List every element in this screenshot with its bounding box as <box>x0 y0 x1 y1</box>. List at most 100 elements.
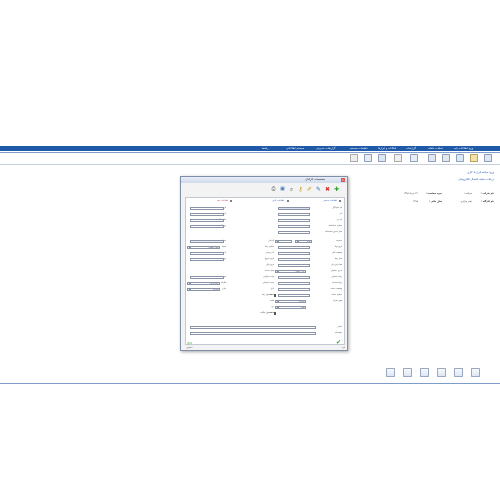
menu-item-settings[interactable]: تنظیمات سیستم <box>350 147 368 150</box>
save-icon[interactable]: ✐ <box>306 186 313 193</box>
menu-item-base-info[interactable]: ورود اطلاعات پایه <box>454 147 473 150</box>
education-select[interactable]: پایان خدمت <box>278 270 306 273</box>
delete-icon[interactable]: ✖ <box>324 186 331 193</box>
children-input[interactable] <box>278 264 310 267</box>
section-personal-radio[interactable] <box>339 200 341 202</box>
first-name-input[interactable] <box>278 213 310 216</box>
work-hours-input[interactable] <box>190 219 224 222</box>
label-last-name: نام خانوادگی <box>332 207 342 209</box>
ok-button[interactable]: تایید <box>342 347 345 349</box>
tax-checkbox[interactable] <box>274 312 277 315</box>
section-insurance[interactable]: اطلاعات بیمه <box>217 200 228 202</box>
label-personnel-code: کد پرسنلی <box>265 252 274 254</box>
number-input[interactable] <box>190 240 224 243</box>
add-icon[interactable]: ✚ <box>333 186 340 193</box>
section-insurance-radio[interactable] <box>230 200 232 202</box>
insurance-checkbox[interactable] <box>274 294 277 297</box>
work-days-input[interactable] <box>190 225 224 228</box>
chevron-down-icon[interactable] <box>187 288 190 291</box>
search-icon[interactable]: ⌕ <box>288 186 295 193</box>
father-name-input[interactable] <box>278 219 310 222</box>
link-electronic-history[interactable]: دریافت سابقه اشتغال الکترونیکی <box>458 178 494 181</box>
menu-item-tools[interactable]: امکانات و ابزارها <box>378 147 396 150</box>
chevron-down-icon[interactable] <box>187 246 190 249</box>
check-icon[interactable]: ✔ <box>336 339 343 346</box>
cancel-button[interactable]: انصراف <box>186 347 192 349</box>
tax-select[interactable]: واحد مرکزی <box>190 282 220 285</box>
close-icon[interactable]: × <box>340 177 345 182</box>
menu-item-monthly[interactable]: عملیات ماهانه <box>428 147 443 150</box>
birth-place-input[interactable] <box>278 258 310 261</box>
bottom-divider <box>0 383 500 384</box>
report-icon[interactable] <box>428 154 436 162</box>
period-value: ۳۱ خرداد ۱۳۹۸ <box>403 192 418 195</box>
employment-type-input[interactable] <box>278 282 310 285</box>
service-status-input[interactable] <box>278 288 310 291</box>
home-icon[interactable] <box>484 154 492 162</box>
label-end-date: تاریخ پایان <box>266 264 274 266</box>
mobile-input[interactable]: لیسانس <box>278 300 306 303</box>
field-of-study-input[interactable] <box>278 276 310 279</box>
printer-icon[interactable] <box>350 154 358 162</box>
chevron-down-icon[interactable] <box>275 240 278 243</box>
label-father-name: نام پدر <box>336 219 342 221</box>
chevron-down-icon[interactable] <box>295 240 298 243</box>
export-icon[interactable] <box>386 368 395 377</box>
document-icon[interactable] <box>456 154 464 162</box>
section-personal[interactable]: اطلاعات شخصی <box>323 200 337 202</box>
dialog-title: مشخصات کارکنان <box>305 178 325 181</box>
marital-input[interactable] <box>278 252 310 255</box>
users-icon[interactable] <box>378 154 386 162</box>
chevron-down-icon[interactable] <box>275 300 278 303</box>
dialog-title-bar[interactable]: مشخصات کارکنان × <box>181 177 347 183</box>
exit-icon[interactable] <box>471 368 480 377</box>
section-work[interactable]: اطلاعات کاری <box>272 200 284 202</box>
folder-icon[interactable] <box>470 154 478 162</box>
marital-select[interactable] <box>278 240 292 243</box>
settings-icon[interactable] <box>454 368 463 377</box>
id-place-input[interactable] <box>278 231 310 234</box>
type-input[interactable] <box>190 258 224 261</box>
monitor-icon[interactable] <box>364 154 372 162</box>
menu-item-management[interactable]: گزارشات مدیریتی <box>316 147 335 150</box>
link-work-contract[interactable]: ورود سابقه قرارداد کاری <box>467 171 494 174</box>
print-icon[interactable]: ⎙ <box>270 186 277 193</box>
fiscal-year-value: ۱۳۹۸ <box>413 200 418 203</box>
insurance-select[interactable]: تامین اجتماعی <box>190 246 220 249</box>
code-input[interactable] <box>190 252 224 255</box>
description-input[interactable] <box>190 332 316 335</box>
label-birth-date: تاریخ تولد <box>334 246 342 248</box>
label-branch-2: شعبه <box>221 246 226 248</box>
key-icon[interactable]: ⚷ <box>297 186 304 193</box>
label-service-place: محل خدمت <box>264 270 274 272</box>
last-name-input[interactable] <box>278 207 310 210</box>
gender-select[interactable]: مذکر <box>298 240 312 243</box>
id-number-input[interactable] <box>278 225 310 228</box>
calendar-icon[interactable] <box>410 154 418 162</box>
user-card-icon[interactable]: ▣ <box>279 186 286 193</box>
entry-date-input[interactable] <box>190 207 224 210</box>
menu-item-reports[interactable]: گزارشات <box>406 147 416 150</box>
menu-item-info-system[interactable]: سیستم اطلاعاتی <box>286 147 304 150</box>
exit-date-input[interactable] <box>190 213 224 216</box>
edit-icon[interactable]: ✎ <box>315 186 322 193</box>
other-select[interactable]: لیسانس <box>190 288 220 291</box>
chevron-down-icon[interactable] <box>275 306 278 309</box>
window-icon[interactable] <box>394 154 402 162</box>
birth-date-input[interactable] <box>278 246 310 249</box>
chevron-down-icon[interactable] <box>187 282 190 285</box>
label-service-status: وضعیت خدمت <box>330 288 343 290</box>
account-input[interactable] <box>278 294 310 297</box>
chevron-down-icon[interactable] <box>275 270 278 273</box>
monitor-icon[interactable] <box>403 368 412 377</box>
report-icon[interactable] <box>437 368 446 377</box>
address-input[interactable] <box>190 326 316 329</box>
insurance-input[interactable] <box>190 276 224 279</box>
section-work-radio[interactable] <box>287 200 289 202</box>
label-nationality: ملیت <box>269 300 274 302</box>
company-label: نام شرکت : <box>480 192 494 195</box>
list-icon[interactable] <box>442 154 450 162</box>
calculator-icon[interactable] <box>420 368 429 377</box>
unit-input[interactable]: مذکر <box>278 306 306 309</box>
menu-item-help[interactable]: راهنما <box>262 147 268 150</box>
